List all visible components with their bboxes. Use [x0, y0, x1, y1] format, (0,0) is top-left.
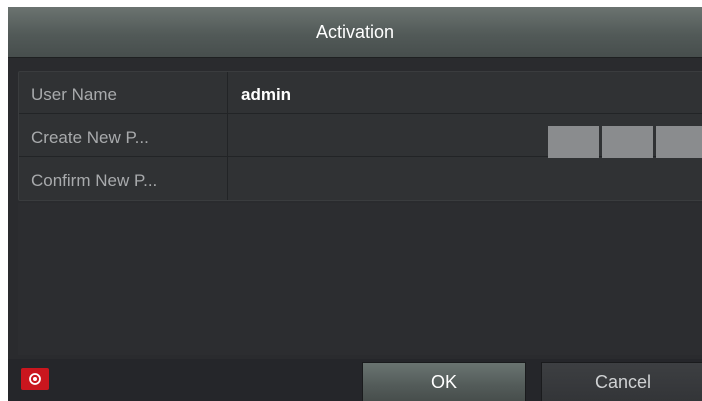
- dialog-title: Activation: [8, 7, 702, 58]
- activation-form: User Name admin Create New P... Confirm …: [18, 71, 702, 201]
- row-confirm-new-password: Confirm New P...: [19, 163, 702, 199]
- activation-dialog: Activation User Name admin Create New P.…: [8, 7, 702, 401]
- dialog-body-empty-area: [18, 203, 702, 355]
- power-icon: [29, 373, 41, 385]
- confirm-new-password-input[interactable]: [231, 163, 701, 199]
- cancel-button[interactable]: Cancel: [541, 362, 702, 401]
- dialog-footer: OK Cancel: [8, 359, 702, 401]
- power-button[interactable]: [21, 368, 49, 390]
- user-name-label: User Name: [31, 85, 117, 104]
- create-new-password-label: Create New P...: [31, 128, 149, 147]
- create-new-password-input[interactable]: [231, 120, 702, 158]
- password-strength-indicator: [548, 126, 702, 158]
- ok-button[interactable]: OK: [362, 362, 526, 401]
- row-create-new-password: Create New P...: [19, 120, 702, 158]
- strength-bar: [548, 126, 599, 158]
- confirm-new-password-label: Confirm New P...: [31, 171, 158, 190]
- user-name-value: admin: [241, 85, 292, 104]
- strength-bar: [656, 126, 702, 158]
- row-user-name: User Name admin: [19, 77, 702, 114]
- strength-bar: [602, 126, 653, 158]
